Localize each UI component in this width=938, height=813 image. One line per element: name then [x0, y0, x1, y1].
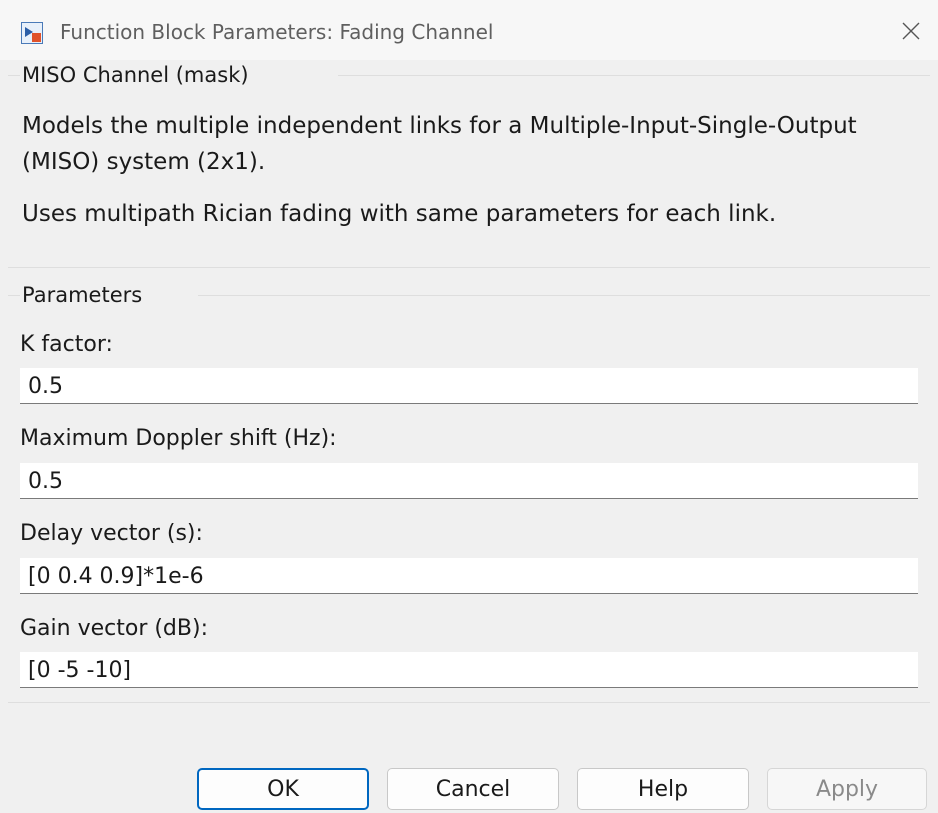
- delay-vector-input[interactable]: [20, 558, 918, 594]
- close-icon[interactable]: [894, 14, 928, 48]
- k-factor-input[interactable]: [20, 368, 918, 404]
- mask-description-group: MISO Channel (mask) Models the multiple …: [8, 60, 930, 268]
- delay-vector-label: Delay vector (s):: [20, 521, 203, 546]
- parameters-group-title: Parameters: [22, 280, 147, 310]
- gain-vector-label: Gain vector (dB):: [20, 616, 208, 641]
- gain-vector-input[interactable]: [20, 652, 918, 688]
- mask-description: Models the multiple independent links fo…: [22, 113, 857, 175]
- help-button[interactable]: Help: [577, 768, 749, 810]
- simulink-block-icon: [21, 22, 43, 44]
- max-doppler-shift-label: Maximum Doppler shift (Hz):: [20, 426, 337, 451]
- cancel-button[interactable]: Cancel: [387, 768, 559, 810]
- max-doppler-shift-input[interactable]: [20, 463, 918, 499]
- mask-description-fading: Uses multipath Rician fading with same p…: [22, 201, 777, 227]
- k-factor-label: K factor:: [20, 332, 113, 357]
- dialog-window: Function Block Parameters: Fading Channe…: [0, 0, 938, 813]
- mask-group-title: MISO Channel (mask): [22, 60, 253, 90]
- title-bar[interactable]: Function Block Parameters: Fading Channe…: [0, 0, 938, 60]
- apply-button[interactable]: Apply: [767, 768, 927, 810]
- window-title: Function Block Parameters: Fading Channe…: [60, 20, 494, 44]
- ok-button[interactable]: OK: [197, 768, 369, 810]
